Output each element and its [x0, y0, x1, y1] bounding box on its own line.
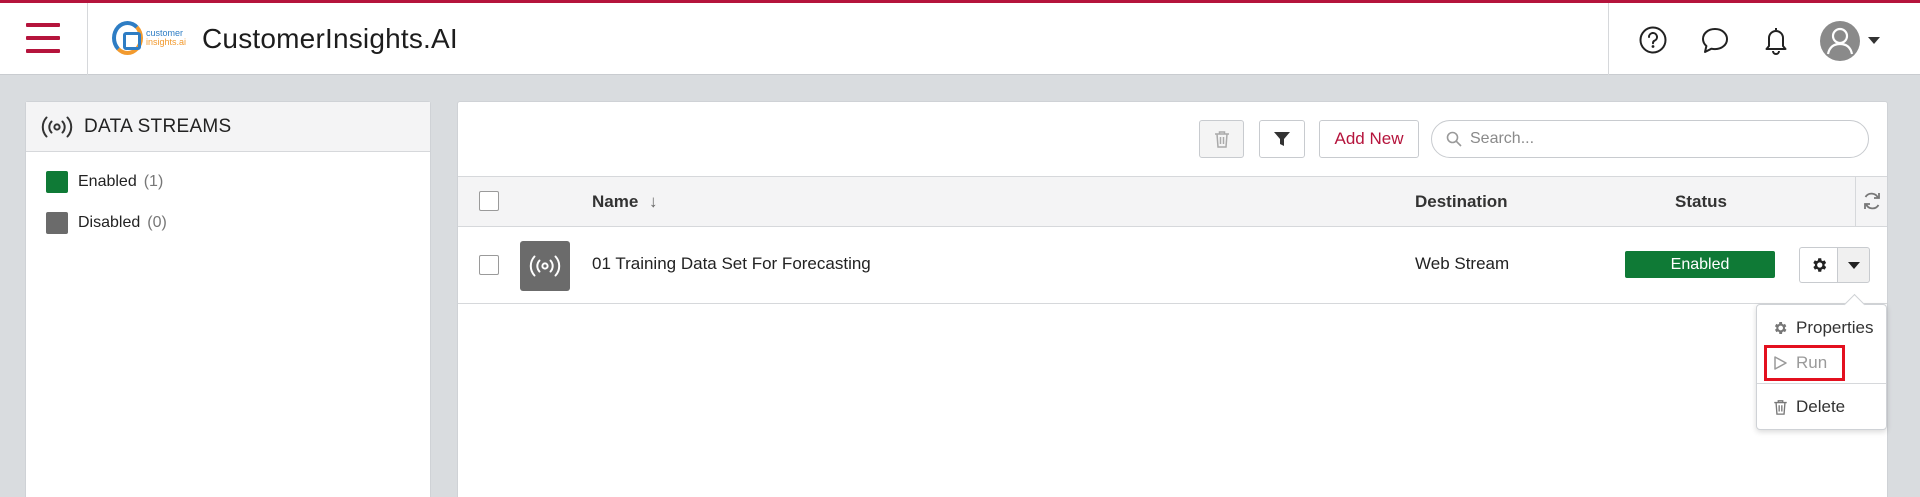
- delete-button[interactable]: [1199, 120, 1244, 158]
- menu-item-properties[interactable]: Properties: [1757, 313, 1886, 343]
- row-destination: Web Stream: [1415, 254, 1510, 273]
- header-separator: [1855, 177, 1856, 226]
- filter-disabled[interactable]: Disabled (0): [46, 212, 167, 234]
- menu-item-label: Delete: [1796, 397, 1846, 416]
- add-new-button[interactable]: Add New: [1319, 120, 1419, 158]
- select-all-checkbox[interactable]: [479, 191, 499, 211]
- table-row[interactable]: 01 Training Data Set For Forecasting Web…: [458, 227, 1887, 304]
- trash-icon: [1214, 131, 1229, 148]
- filter-count: (0): [147, 214, 167, 231]
- column-header-status[interactable]: Status: [1675, 192, 1727, 212]
- enabled-swatch: [46, 171, 68, 193]
- filter-button[interactable]: [1259, 120, 1305, 158]
- trash-icon: [1771, 398, 1789, 416]
- search-input[interactable]: [1470, 130, 1850, 148]
- filter-enabled[interactable]: Enabled (1): [46, 171, 163, 193]
- name-header-label: Name: [592, 192, 639, 211]
- search-box[interactable]: [1431, 120, 1869, 158]
- gear-icon: [1812, 258, 1826, 272]
- streams-table-panel: Add New Name ↓ Destination Status: [457, 101, 1888, 497]
- help-icon[interactable]: [1638, 25, 1668, 55]
- broadcast-icon: [529, 255, 561, 277]
- menu-item-label: Properties: [1796, 318, 1874, 337]
- row-actions-dropdown-button[interactable]: [1837, 247, 1870, 283]
- row-checkbox[interactable]: [479, 255, 499, 275]
- column-header-destination[interactable]: Destination: [1415, 192, 1508, 212]
- app-title: CustomerInsights.AI: [202, 23, 458, 54]
- filter-count: (1): [143, 173, 164, 190]
- table-header: Name ↓ Destination Status: [458, 176, 1887, 227]
- row-name[interactable]: 01 Training Data Set For Forecasting: [592, 254, 871, 274]
- data-streams-panel: DATA STREAMS Enabled (1) Disabled (0): [25, 101, 431, 497]
- logo-text-line2: insights.ai: [145, 37, 186, 47]
- menu-item-delete[interactable]: Delete: [1757, 392, 1886, 422]
- menu-separator: [1757, 383, 1886, 384]
- filter-label: Enabled: [78, 173, 137, 190]
- header-divider: [87, 3, 88, 75]
- chevron-down-icon[interactable]: [1868, 37, 1880, 44]
- row-actions-menu: Properties Run Delete: [1756, 304, 1887, 430]
- search-icon: [1446, 131, 1462, 147]
- filter-label: Disabled: [78, 214, 141, 231]
- top-bar: customer insights.ai CustomerInsights.AI: [0, 0, 1920, 75]
- run-highlight-annotation: [1764, 345, 1845, 381]
- refresh-icon[interactable]: [1862, 191, 1882, 211]
- row-settings-button[interactable]: [1799, 247, 1837, 283]
- user-avatar-icon[interactable]: [1820, 21, 1860, 61]
- sort-arrow-icon: ↓: [649, 192, 658, 211]
- hamburger-menu-icon[interactable]: [26, 23, 60, 53]
- panel-title: DATA STREAMS: [84, 115, 232, 137]
- filter-icon: [1274, 132, 1290, 146]
- app-logo: customer insights.ai: [112, 19, 186, 57]
- caret-down-icon: [1847, 261, 1860, 269]
- broadcast-icon: [41, 116, 73, 137]
- logo-mark-icon: [112, 21, 143, 55]
- chat-icon[interactable]: [1700, 25, 1730, 55]
- data-streams-header: DATA STREAMS: [26, 102, 430, 152]
- header-divider-right: [1608, 3, 1609, 75]
- disabled-swatch: [46, 212, 68, 234]
- column-header-name[interactable]: Name ↓: [592, 192, 658, 212]
- gear-icon: [1771, 319, 1789, 337]
- stream-type-icon: [520, 241, 570, 291]
- bell-icon[interactable]: [1761, 25, 1791, 55]
- status-badge: Enabled: [1625, 251, 1775, 278]
